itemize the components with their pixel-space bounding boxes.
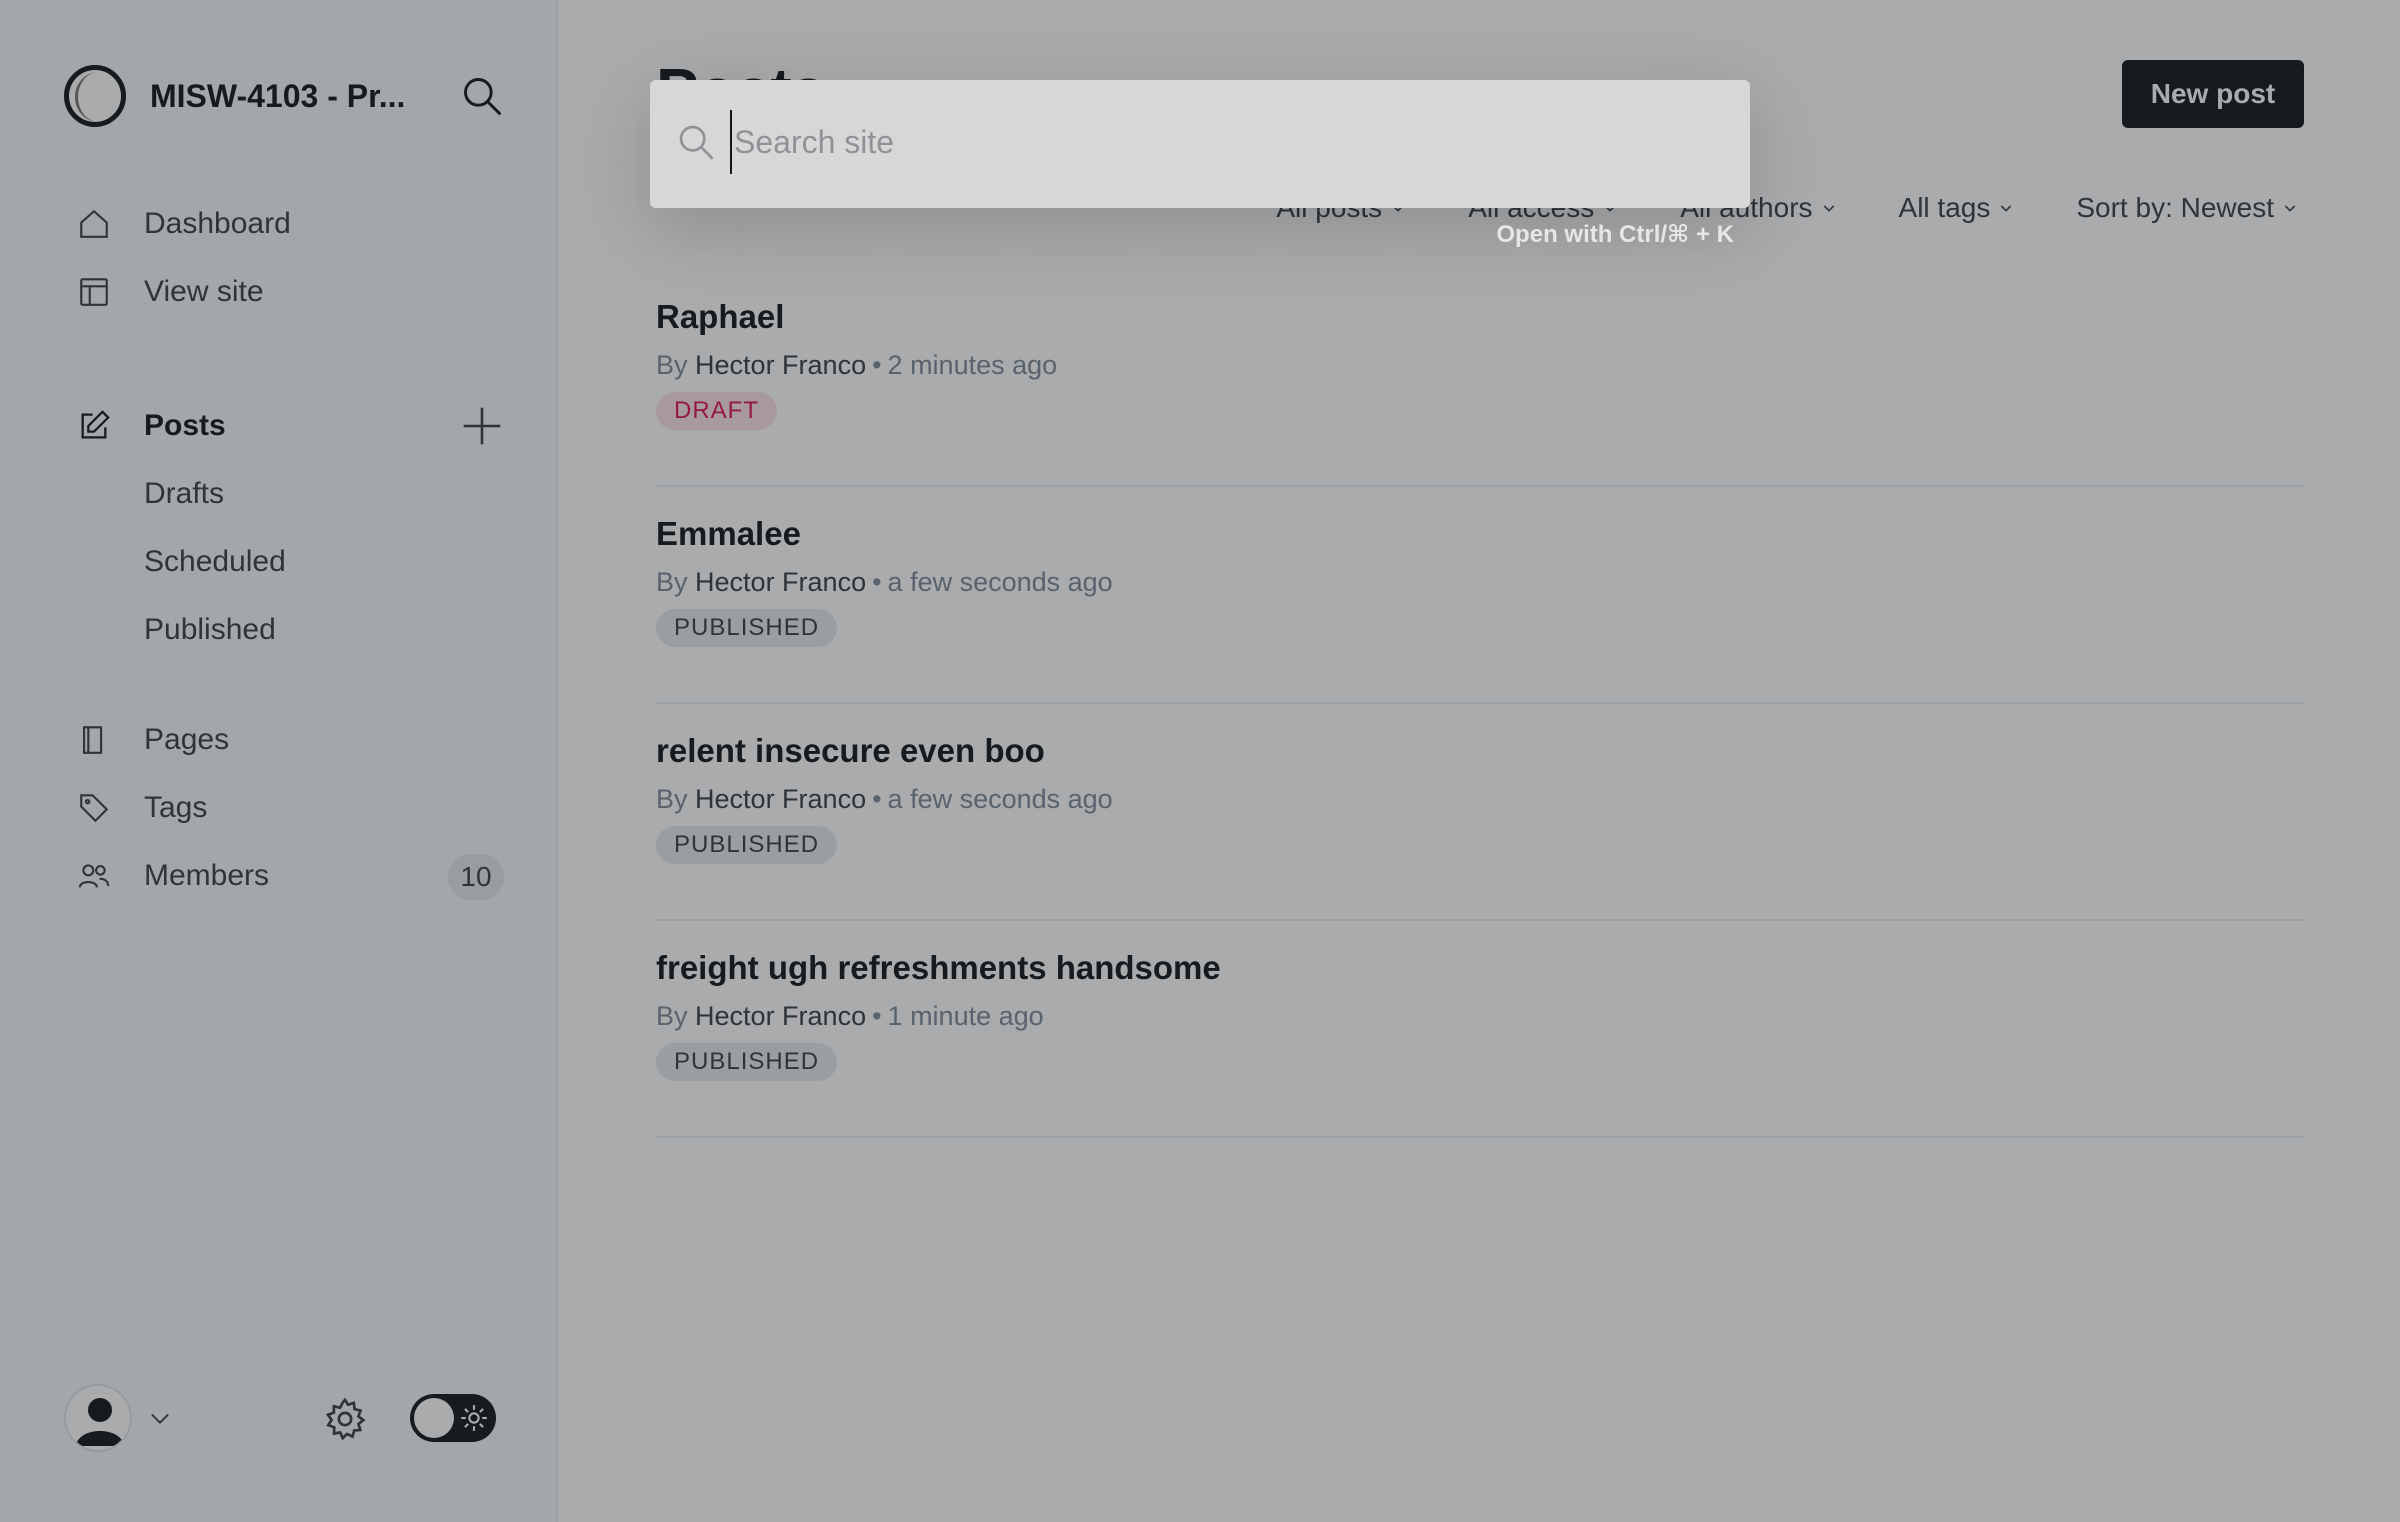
modal-backdrop[interactable]: Open with Ctrl/⌘ + K xyxy=(0,0,2400,1522)
search-shortcut-hint: Open with Ctrl/⌘ + K xyxy=(1496,221,1734,248)
search-input[interactable] xyxy=(730,110,1710,174)
search-modal xyxy=(650,80,1750,208)
search-icon xyxy=(679,125,714,160)
